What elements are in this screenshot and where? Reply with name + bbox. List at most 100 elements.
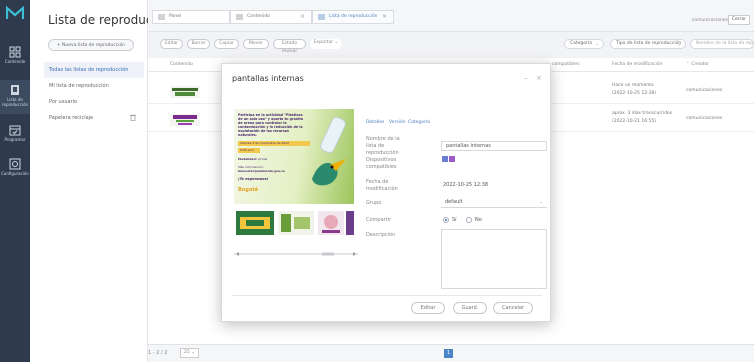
column-creator[interactable]: ⌃ Creador — [686, 62, 709, 67]
close-tab-icon[interactable]: × — [300, 11, 305, 23]
calendar-icon — [9, 125, 21, 136]
preview-date: Viernes 4 de noviembre de 2022 — [238, 141, 310, 146]
preview-mode-value: virtual — [257, 157, 268, 161]
rail-item-schedule[interactable]: Programar — [0, 122, 30, 150]
edit-button[interactable]: Editar — [160, 39, 183, 49]
rail-item-settings[interactable]: Configuración — [0, 156, 30, 184]
sidebar-item-my-playlists[interactable]: Mi lista de reproducción — [44, 78, 144, 94]
share-yes-radio[interactable] — [443, 217, 449, 223]
export-menu[interactable]: Exportar ⌄ — [310, 39, 342, 49]
description-field[interactable] — [441, 229, 547, 289]
slide-thumbnail[interactable] — [278, 211, 314, 235]
modified-date: (2022-10-25 12:38) — [612, 91, 657, 96]
minimize-icon[interactable]: – — [524, 74, 528, 82]
close-icon[interactable]: × — [536, 74, 542, 82]
rail-label: Configuración — [1, 171, 29, 176]
share-no-label: No — [475, 217, 482, 223]
rail-label: Contenido — [4, 59, 26, 64]
tab-label: Panel — [169, 14, 182, 19]
playlist-preview-image: Participa en la actividad "Plásticos de … — [234, 109, 354, 204]
tab-playlist[interactable]: Lista de reproducción × — [312, 10, 394, 24]
sidebar-item-recycle-bin[interactable]: Papelera reciclaje — [44, 110, 144, 126]
page-button[interactable]: 1 — [444, 349, 453, 358]
move-button[interactable]: Mover — [243, 39, 269, 49]
delete-button[interactable]: Borrar — [187, 39, 210, 49]
share-no-radio[interactable] — [466, 217, 472, 223]
modified-relative: Hace un momento — [612, 83, 654, 88]
page-range: 1 - 2 / 2 — [148, 350, 168, 356]
playlist-sidebar — [30, 0, 148, 362]
preview-headline: Participa en la actividad "Plásticos de … — [238, 113, 304, 137]
description-label: Descripción — [366, 232, 396, 238]
share-label: Compartir — [366, 217, 392, 223]
copy-button[interactable]: Copiar — [214, 39, 239, 49]
date-label: Fecha de modificación — [366, 179, 398, 192]
close-tab-icon[interactable]: × — [382, 11, 387, 23]
column-creator-label: Creador — [691, 62, 710, 67]
rail-item-playlist[interactable]: Lista de reproducción — [0, 80, 30, 114]
list-icon — [158, 14, 165, 20]
rail-item-content[interactable]: Contenido — [0, 44, 30, 72]
modified-date: (2022-10-21 16:55) — [612, 119, 657, 124]
left-rail: Contenido Lista de reproducción Programa… — [0, 0, 30, 362]
tab-version[interactable]: Versión — [389, 120, 406, 125]
settings-icon — [9, 158, 21, 170]
table-footer: 1 - 2 / 2 25 ⌄ 1 — [148, 344, 754, 362]
name-field[interactable]: pantallas internas — [441, 141, 547, 151]
review-status-button[interactable]: Estado revisar — [273, 39, 306, 54]
preview-email: bienestar@ambiente.gov.co — [238, 169, 286, 173]
slide-thumbnail[interactable] — [346, 211, 354, 235]
bottle-bird-illustration — [312, 116, 346, 186]
top-bar: Panel Contenido × Lista de reproducción … — [148, 0, 754, 32]
logout-button[interactable]: Cerrar — [727, 15, 750, 25]
creator: comunicaciones — [686, 88, 723, 93]
tab-content[interactable]: Contenido × — [230, 10, 312, 24]
tab-label: Lista de reproducción — [329, 14, 378, 19]
save-button[interactable]: Guard. — [453, 302, 487, 314]
chevron-down-icon: ⌄ — [191, 350, 195, 355]
thumbnail-scrollbar[interactable] — [234, 251, 358, 257]
sidebar-item-by-user[interactable]: Por usuario — [44, 94, 144, 110]
trash-icon — [130, 114, 136, 121]
preview-mode-label: Modalidad: — [238, 157, 257, 161]
device-icons — [442, 156, 455, 162]
modified-relative: aprox. 3 días transcurridos — [612, 111, 673, 116]
content-icon — [9, 46, 21, 58]
date-value: 2022-10-25 12:38 — [443, 182, 489, 188]
slide-thumbnail[interactable] — [318, 211, 344, 235]
group-select[interactable]: default ⌄ — [441, 198, 547, 208]
name-label: Nombre de la lista de reproducción — [366, 136, 400, 156]
rail-label: Programar — [4, 137, 26, 142]
group-label: Grupo — [366, 200, 382, 206]
tab-category[interactable]: Categoría — [408, 120, 430, 125]
tab-label: Contenido — [247, 14, 270, 19]
sidebar-item-label: Papelera reciclaje — [49, 115, 94, 121]
chevron-down-icon: ⌄ — [539, 199, 543, 204]
export-label: Exportar — [313, 40, 334, 45]
edit-button[interactable]: Editar — [411, 302, 445, 314]
new-playlist-button[interactable]: + Nueva lista de reproducción — [48, 39, 134, 51]
group-value: default — [445, 199, 463, 205]
playlist-type-select[interactable]: Tipo de lista de reproducción ⌄ — [610, 39, 686, 49]
search-input[interactable]: Nombre de la lista de rep... — [690, 39, 754, 49]
playlist-type-label: Tipo de lista de reproducción — [616, 41, 682, 46]
slide-thumbnails — [234, 211, 354, 235]
category-select[interactable]: Categoría ⌄ — [564, 39, 604, 49]
slide-thumbnail[interactable] — [236, 211, 274, 235]
tab-details[interactable]: Detalles — [366, 120, 384, 125]
playlist-icon — [11, 85, 19, 95]
cancel-button[interactable]: Cancelar — [493, 302, 533, 314]
toolbar: Editar Borrar Copiar Mover Estado revisa… — [148, 36, 754, 56]
preview-brand: Bogotá — [238, 187, 259, 193]
column-devices[interactable]: compatibles — [552, 62, 579, 67]
chevron-down-icon: ⌄ — [595, 41, 599, 46]
rail-label: Lista de reproducción — [1, 97, 29, 107]
playlist-thumbnail — [170, 114, 200, 126]
preview-mode: Modalidad: virtual — [238, 157, 267, 161]
column-modified[interactable]: Fecha de modificación — [612, 62, 662, 67]
per-page-select[interactable]: 25 ⌄ — [180, 348, 199, 358]
tab-panel[interactable]: Panel — [152, 10, 230, 24]
column-content[interactable]: Contenido — [170, 62, 193, 67]
list-icon — [318, 14, 325, 20]
sidebar-item-all-playlists[interactable]: Todas las listas de reproducción — [44, 62, 144, 78]
